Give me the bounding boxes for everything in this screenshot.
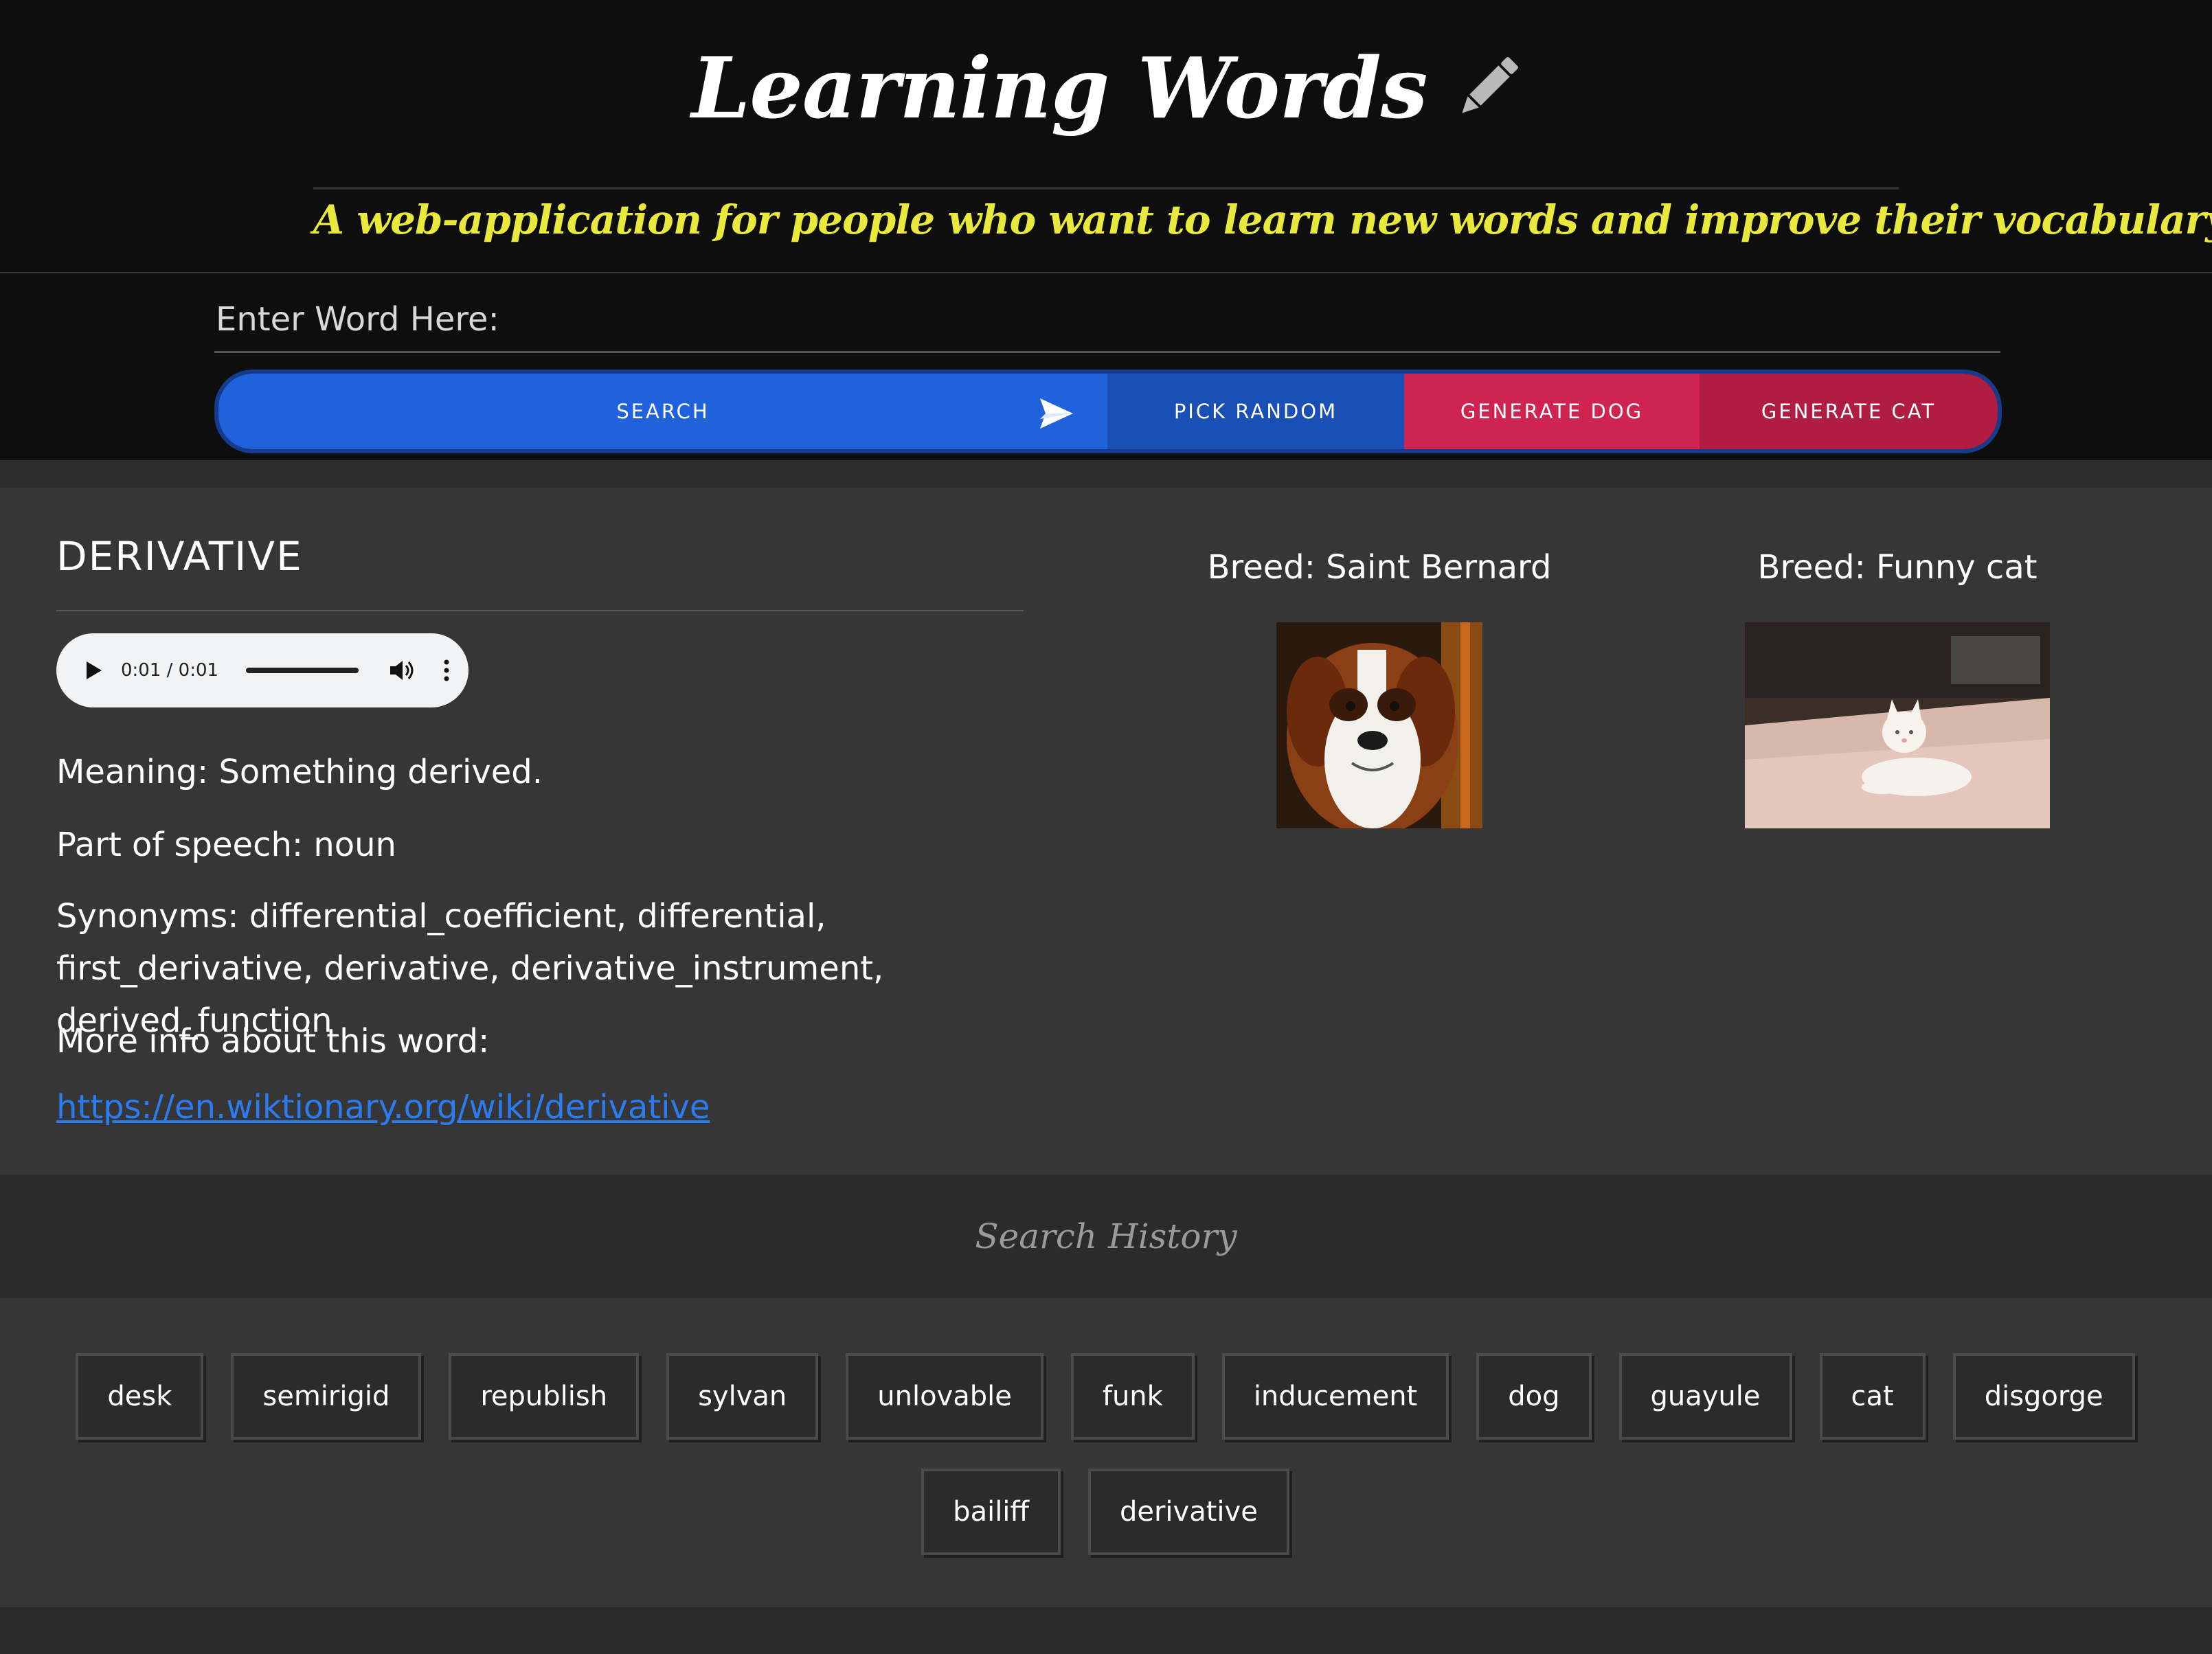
history-chip[interactable]: desk (76, 1353, 204, 1440)
generate-cat-label: GENERATE CAT (1761, 400, 1937, 423)
pencil-icon (1462, 57, 1519, 113)
part-of-speech-text: Part of speech: noun (56, 826, 396, 864)
title-row: Learning Words (0, 33, 2212, 143)
history-chip[interactable]: inducement (1221, 1353, 1449, 1440)
audio-time: 0:01 / 0:01 (121, 660, 219, 681)
history-chip[interactable]: semirigid (231, 1353, 422, 1440)
search-button[interactable]: SEARCH (218, 374, 1107, 449)
pick-random-label: PICK RANDOM (1173, 400, 1338, 423)
cat-image (1745, 622, 2050, 828)
play-icon[interactable] (85, 660, 103, 681)
footer (0, 1607, 2212, 1654)
action-button-bar: SEARCH PICK RANDOM GENERATE DOG GENERATE… (214, 370, 2002, 453)
search-history-body: desk semirigid republish sylvan unlovable fun… (0, 1298, 2212, 1607)
send-icon (1040, 398, 1073, 429)
history-chip-list: desk semirigid republish sylvan unlovable fun… (71, 1353, 2139, 1555)
word-title: DERIVATIVE (56, 533, 1024, 611)
history-chip[interactable]: sylvan (666, 1353, 819, 1440)
audio-progress-track[interactable] (246, 668, 359, 673)
history-chip[interactable]: guayule (1618, 1353, 1792, 1440)
generate-dog-label: GENERATE DOG (1460, 400, 1644, 423)
history-chip[interactable]: disgorge (1952, 1353, 2135, 1440)
subtitle-wrap: A web-application for people who want to… (313, 187, 2212, 243)
volume-icon[interactable] (389, 659, 416, 682)
meaning-text: Meaning: Something derived. (56, 753, 543, 791)
search-history-header: Search History (0, 1175, 2212, 1298)
history-chip[interactable]: unlovable (846, 1353, 1043, 1440)
audio-player[interactable]: 0:01 / 0:01 (56, 633, 469, 707)
word-content: DERIVATIVE 0:01 / 0:01 Meaning: Somethin… (0, 488, 2212, 1175)
word-input[interactable] (214, 299, 2000, 353)
history-chip[interactable]: funk (1070, 1353, 1195, 1440)
history-chip[interactable]: derivative (1087, 1469, 1289, 1555)
generate-dog-button[interactable]: GENERATE DOG (1404, 374, 1700, 449)
dog-breed-label: Breed: Saint Bernard (1207, 548, 1552, 587)
history-chip[interactable]: republish (449, 1353, 640, 1440)
app-header: Learning Words A web-application for peo… (0, 0, 2212, 273)
app-subtitle: A web-application for people who want to… (313, 196, 2212, 243)
more-info-label: More info about this word: (56, 1022, 490, 1061)
cat-breed-label: Breed: Funny cat (1757, 548, 2038, 587)
history-chip[interactable]: dog (1476, 1353, 1592, 1440)
more-info-link-row: https://en.wiktionary.org/wiki/derivativ… (56, 1081, 1046, 1133)
dog-image (1276, 622, 1482, 828)
history-chip[interactable]: cat (1819, 1353, 1926, 1440)
more-options-icon[interactable] (444, 659, 449, 682)
search-history-title: Search History (975, 1216, 1237, 1256)
wiktionary-link[interactable]: https://en.wiktionary.org/wiki/derivativ… (56, 1088, 710, 1126)
pick-random-button[interactable]: PICK RANDOM (1107, 374, 1404, 449)
generate-cat-button[interactable]: GENERATE CAT (1700, 374, 1998, 449)
history-chip[interactable]: bailiff (921, 1469, 1061, 1555)
search-button-label: SEARCH (616, 400, 710, 423)
app-title: Learning Words (691, 38, 1428, 137)
search-area: SEARCH PICK RANDOM GENERATE DOG GENERATE… (0, 273, 2212, 460)
